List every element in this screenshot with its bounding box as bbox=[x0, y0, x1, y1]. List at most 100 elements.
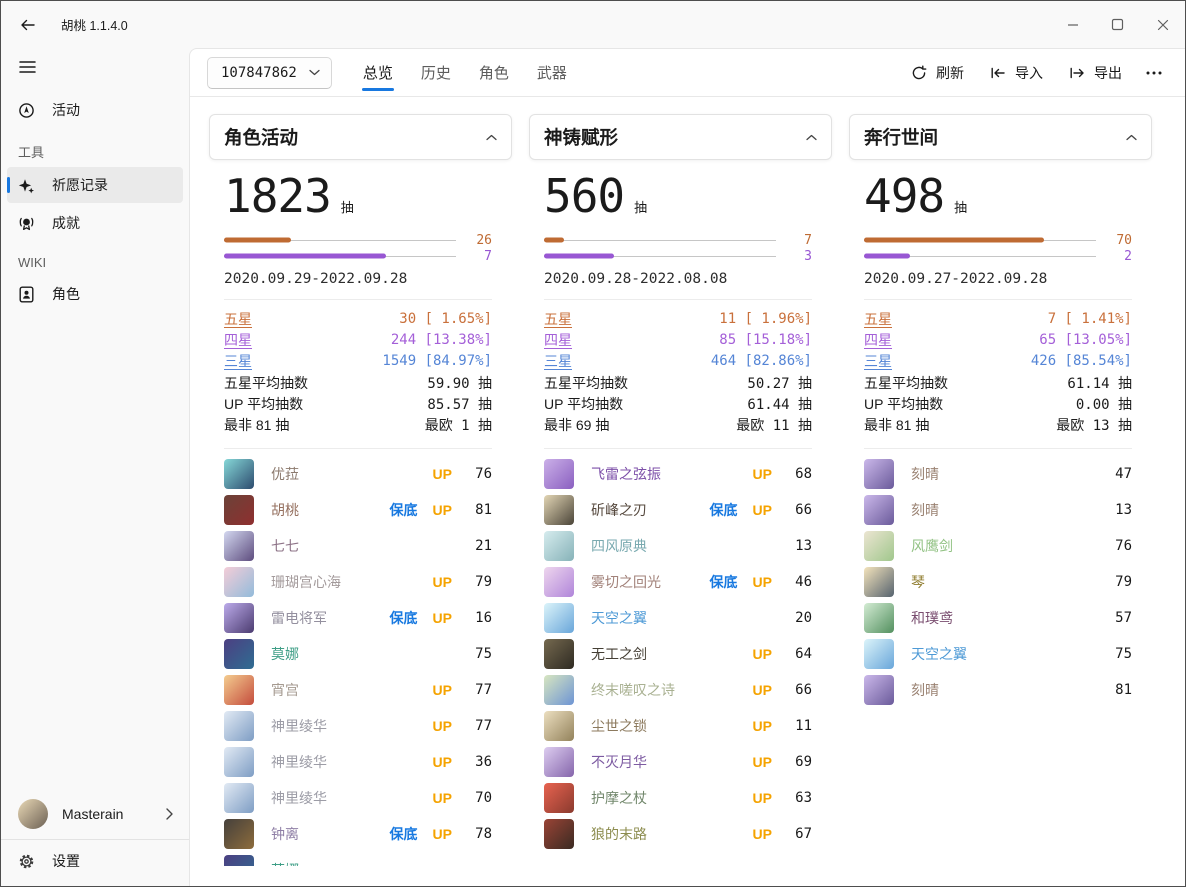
item-name: 珊瑚宫心海 bbox=[271, 572, 341, 592]
pull-count: 69 bbox=[787, 754, 812, 770]
list-item[interactable]: 终末嗟叹之诗UP66 bbox=[544, 672, 812, 708]
stat-label[interactable]: 三星 bbox=[544, 351, 572, 371]
stat-label[interactable]: 五星 bbox=[864, 309, 892, 329]
item-name: 终末嗟叹之诗 bbox=[591, 680, 675, 700]
pity-bar: 2 bbox=[864, 248, 1132, 264]
stat-label: 最非 69 抽 bbox=[544, 415, 609, 435]
list-item[interactable]: 刻晴47 bbox=[864, 456, 1132, 492]
avatar bbox=[864, 603, 894, 633]
toolbar-actions: 刷新导入导出 bbox=[900, 56, 1171, 90]
list-item[interactable]: 莫娜75 bbox=[224, 636, 492, 672]
pity-progress: 267 bbox=[224, 232, 492, 264]
list-item[interactable]: 风鹰剑76 bbox=[864, 528, 1132, 564]
list-item[interactable]: 四风原典13 bbox=[544, 528, 812, 564]
user-account-item[interactable]: Masterain bbox=[7, 793, 183, 835]
up-badge: UP bbox=[753, 790, 772, 806]
list-item[interactable]: 天空之翼75 bbox=[864, 636, 1132, 672]
item-name: 和璞鸢 bbox=[911, 608, 953, 628]
list-item[interactable]: 尘世之锁UP11 bbox=[544, 708, 812, 744]
list-item[interactable]: 狼的末路UP67 bbox=[544, 816, 812, 852]
list-item[interactable]: 珊瑚宫心海UP79 bbox=[224, 564, 492, 600]
progress-track bbox=[224, 237, 456, 243]
item-name: 胡桃 bbox=[271, 500, 299, 520]
sidebar-item-活动[interactable]: 活动 bbox=[7, 92, 183, 128]
stat-label[interactable]: 四星 bbox=[224, 330, 252, 350]
pull-count: 79 bbox=[1107, 574, 1132, 590]
stat-label[interactable]: 三星 bbox=[224, 351, 252, 371]
sidebar-item-角色[interactable]: 角色 bbox=[7, 276, 183, 312]
item-name: 雷电将军 bbox=[271, 608, 327, 628]
stat-label[interactable]: 四星 bbox=[544, 330, 572, 350]
item-name: 七七 bbox=[271, 536, 299, 556]
list-item[interactable]: 和璞鸢57 bbox=[864, 600, 1132, 636]
stat-label[interactable]: 五星 bbox=[224, 309, 252, 329]
tab-武器[interactable]: 武器 bbox=[528, 49, 576, 96]
sidebar-item-祈愿记录[interactable]: 祈愿记录 bbox=[7, 167, 183, 203]
list-item[interactable]: 斫峰之刃保底UP66 bbox=[544, 492, 812, 528]
list-item[interactable]: 胡桃保底UP81 bbox=[224, 492, 492, 528]
list-item[interactable]: 飞雷之弦振UP68 bbox=[544, 456, 812, 492]
progress-track bbox=[544, 253, 776, 259]
tab-总览[interactable]: 总览 bbox=[354, 49, 402, 96]
list-item[interactable]: 护摩之杖UP63 bbox=[544, 780, 812, 816]
avatar bbox=[224, 783, 254, 813]
total-pulls-unit: 抽 bbox=[634, 197, 647, 216]
stat-row: 五星30 [ 1.65%] bbox=[224, 308, 492, 329]
maximize-button[interactable] bbox=[1095, 1, 1140, 48]
menu-button[interactable] bbox=[7, 50, 47, 84]
date-range: 2020.09.29-2022.09.28 bbox=[224, 271, 492, 287]
back-button[interactable] bbox=[9, 8, 47, 42]
chevron-up-icon[interactable] bbox=[1126, 134, 1137, 141]
list-item[interactable]: 优菈UP76 bbox=[224, 456, 492, 492]
list-item[interactable]: 天空之翼20 bbox=[544, 600, 812, 636]
stat-row: 五星7 [ 1.41%] bbox=[864, 308, 1132, 329]
sidebar-item-成就[interactable]: 成就 bbox=[7, 205, 183, 241]
sidebar-item-settings[interactable]: 设置 bbox=[7, 842, 183, 880]
minimize-button[interactable] bbox=[1050, 1, 1095, 48]
sidebar-divider bbox=[1, 839, 189, 840]
list-item[interactable]: 琴 79 bbox=[864, 564, 1132, 600]
chevron-up-icon[interactable] bbox=[806, 134, 817, 141]
list-item[interactable]: 刻晴13 bbox=[864, 492, 1132, 528]
list-item[interactable]: 无工之剑UP64 bbox=[544, 636, 812, 672]
sidebar-item-label: 成就 bbox=[52, 213, 80, 233]
uid-selector[interactable]: 107847862 bbox=[207, 57, 332, 89]
banner-header: 角色活动 bbox=[209, 114, 512, 160]
tab-bar: 总览历史角色武器 bbox=[354, 49, 576, 96]
stat-label[interactable]: 五星 bbox=[544, 309, 572, 329]
list-item[interactable]: 不灭月华UP69 bbox=[544, 744, 812, 780]
list-item[interactable]: 神里绫华UP70 bbox=[224, 780, 492, 816]
avatar bbox=[224, 459, 254, 489]
导入-button[interactable]: 导入 bbox=[979, 56, 1054, 90]
more-icon bbox=[1146, 71, 1162, 75]
item-name: 琴 bbox=[911, 572, 925, 592]
刷新-button[interactable]: 刷新 bbox=[900, 56, 975, 90]
divider bbox=[864, 448, 1132, 449]
list-item[interactable]: 雾切之回光保底UP46 bbox=[544, 564, 812, 600]
list-item[interactable]: 宵宫UP77 bbox=[224, 672, 492, 708]
sidebar-section-label: WIKI bbox=[18, 255, 189, 270]
list-item[interactable]: 雷电将军保底UP16 bbox=[224, 600, 492, 636]
stat-row: 五星11 [ 1.96%] bbox=[544, 308, 812, 329]
more-button[interactable] bbox=[1137, 58, 1171, 88]
tab-角色[interactable]: 角色 bbox=[470, 49, 518, 96]
list-item[interactable]: 神里绫华UP77 bbox=[224, 708, 492, 744]
item-name: 莫娜 bbox=[271, 860, 299, 866]
tab-label: 角色 bbox=[479, 62, 509, 83]
avatar bbox=[224, 603, 254, 633]
list-item[interactable]: 钟离保底UP78 bbox=[224, 816, 492, 852]
total-pulls-value: 1823 bbox=[224, 170, 331, 222]
stat-label[interactable]: 三星 bbox=[864, 351, 892, 371]
close-button[interactable] bbox=[1140, 1, 1185, 48]
list-item[interactable]: 神里绫华UP36 bbox=[224, 744, 492, 780]
stat-label: 五星平均抽数 bbox=[544, 373, 628, 393]
stat-value: 59.90 抽 bbox=[427, 373, 492, 393]
tab-历史[interactable]: 历史 bbox=[412, 49, 460, 96]
list-item[interactable]: 莫娜 bbox=[224, 852, 492, 866]
导出-button[interactable]: 导出 bbox=[1058, 56, 1133, 90]
stat-label[interactable]: 四星 bbox=[864, 330, 892, 350]
list-item[interactable]: 刻晴81 bbox=[864, 672, 1132, 708]
stat-row: 四星65 [13.05%] bbox=[864, 329, 1132, 350]
list-item[interactable]: 七七21 bbox=[224, 528, 492, 564]
chevron-up-icon[interactable] bbox=[486, 134, 497, 141]
